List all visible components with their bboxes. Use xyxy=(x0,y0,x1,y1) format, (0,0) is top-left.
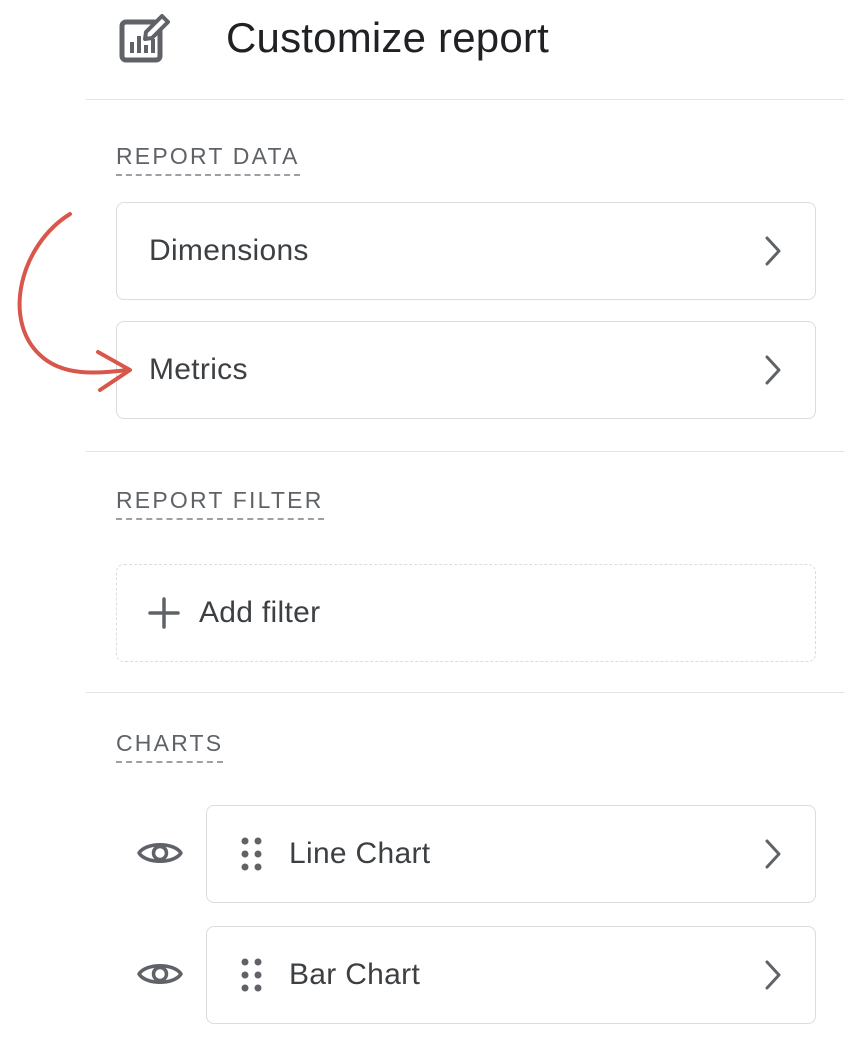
chevron-right-icon xyxy=(765,236,781,266)
panel-header: Customize report xyxy=(86,0,844,100)
eye-icon[interactable] xyxy=(136,838,184,868)
section-divider xyxy=(86,451,844,452)
dimensions-item[interactable]: Dimensions xyxy=(116,202,816,300)
metrics-item[interactable]: Metrics xyxy=(116,321,816,419)
report-edit-icon xyxy=(119,14,170,63)
plus-icon xyxy=(148,597,180,629)
chevron-right-icon xyxy=(765,960,781,990)
eye-icon[interactable] xyxy=(136,959,184,989)
customize-report-panel: Customize report REPORT DATA Dimensions … xyxy=(0,0,844,1052)
chart-item-bar-chart[interactable]: Bar Chart xyxy=(206,926,816,1024)
add-filter-label: Add filter xyxy=(199,596,321,629)
metrics-label: Metrics xyxy=(149,353,248,386)
chevron-right-icon xyxy=(765,839,781,869)
add-filter-button[interactable]: Add filter xyxy=(116,564,816,662)
line-chart-label: Line Chart xyxy=(289,837,431,870)
page-title: Customize report xyxy=(226,14,549,61)
section-label-report-data: REPORT DATA xyxy=(116,142,300,176)
bar-chart-label: Bar Chart xyxy=(289,958,421,991)
curved-arrow-icon xyxy=(17,212,132,392)
section-label-report-filter: REPORT FILTER xyxy=(116,486,324,520)
drag-handle-icon[interactable] xyxy=(240,836,264,872)
chevron-right-icon xyxy=(765,355,781,385)
chart-item-line-chart[interactable]: Line Chart xyxy=(206,805,816,903)
drag-handle-icon[interactable] xyxy=(240,957,264,993)
dimensions-label: Dimensions xyxy=(149,234,309,267)
section-label-charts: CHARTS xyxy=(116,729,224,763)
section-divider xyxy=(86,692,844,693)
